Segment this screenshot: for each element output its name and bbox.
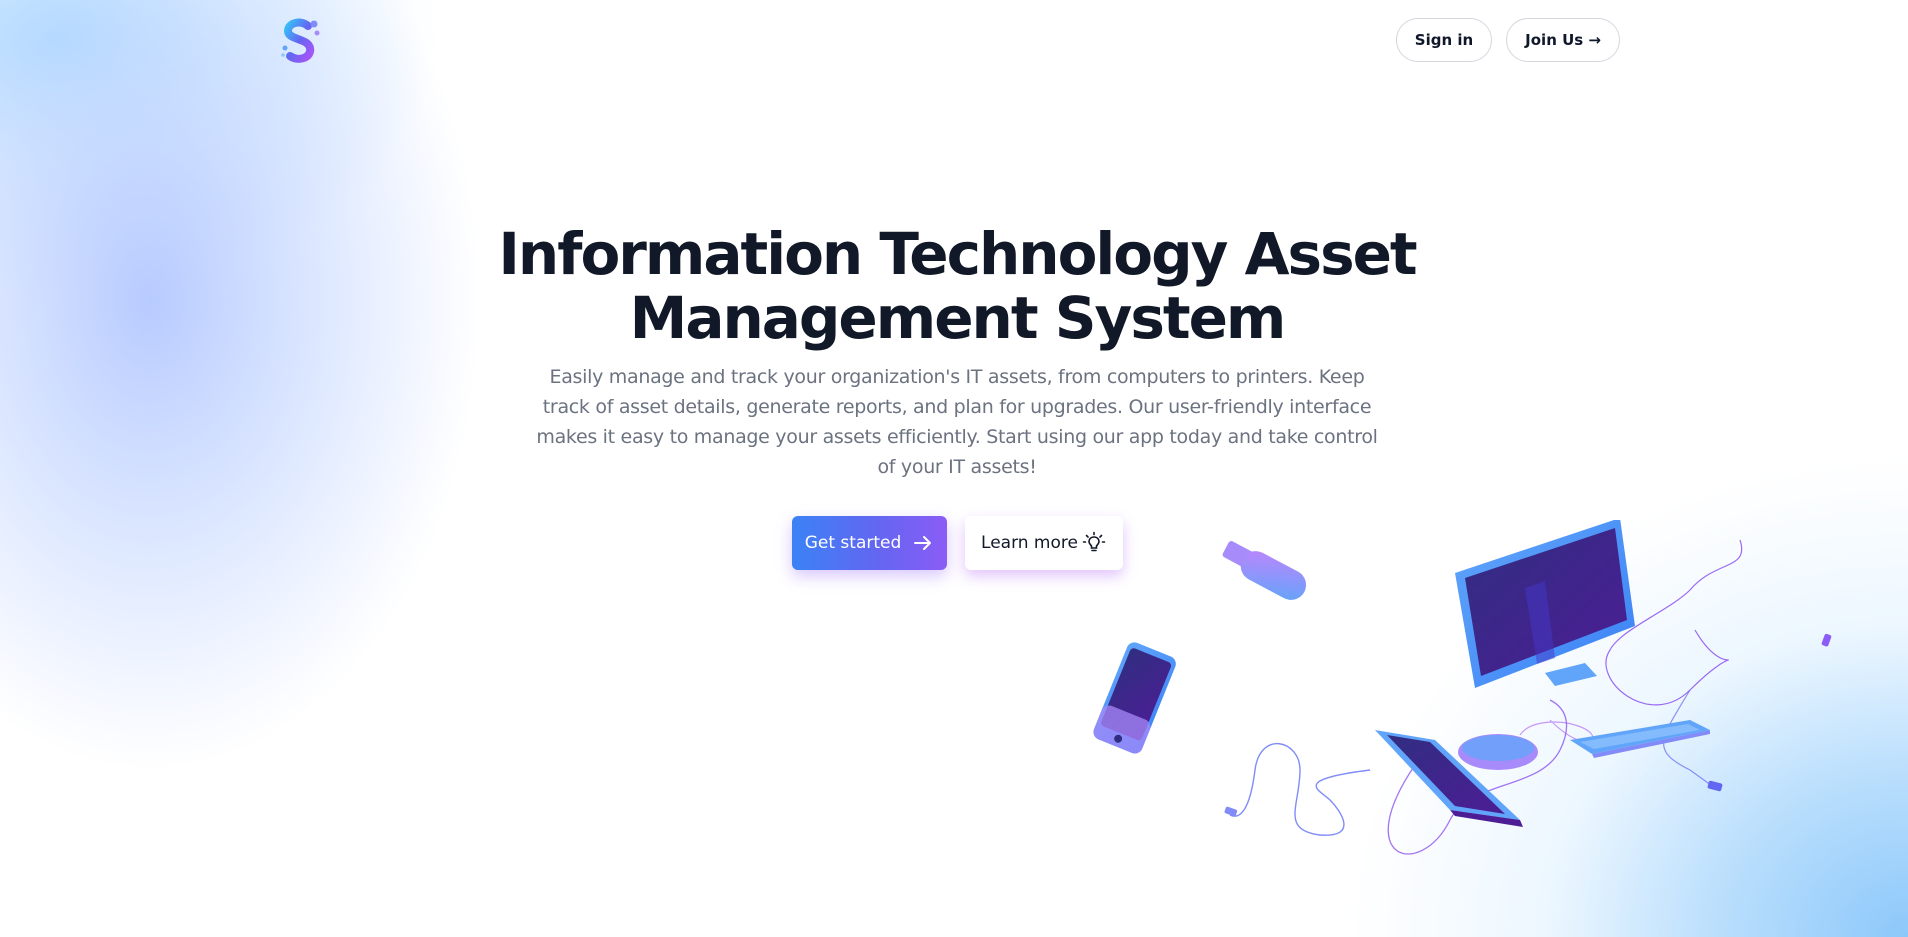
title-line-2: Management System xyxy=(629,284,1287,352)
learn-more-label: Learn more xyxy=(981,533,1078,553)
cable-icon xyxy=(1229,742,1371,836)
landing-page: Sign in Join Us → Information Technology… xyxy=(0,0,1908,937)
monitor-icon xyxy=(1455,518,1635,688)
hero-section: Information Technology Asset Management … xyxy=(0,222,1908,570)
get-started-button[interactable]: Get started xyxy=(791,516,947,570)
sign-in-label: Sign in xyxy=(1414,31,1474,49)
join-us-label: Join Us → xyxy=(1525,31,1601,49)
smartphone-icon xyxy=(1093,642,1176,754)
usb-drive-icon xyxy=(1222,541,1307,600)
title-line-1: Information Technology Asset xyxy=(498,220,1417,288)
keyboard-icon xyxy=(1570,720,1710,758)
mouse-icon xyxy=(1458,734,1538,770)
logo-icon[interactable] xyxy=(280,18,322,66)
it-devices-illustration xyxy=(1090,518,1850,900)
sign-in-button[interactable]: Sign in xyxy=(1395,18,1493,62)
get-started-label: Get started xyxy=(804,533,902,553)
arrow-right-icon xyxy=(913,533,933,553)
page-title: Information Technology Asset Management … xyxy=(407,222,1507,350)
join-us-button[interactable]: Join Us → xyxy=(1506,18,1620,62)
hero-description: Easily manage and track your organizatio… xyxy=(536,366,1378,478)
header-nav: Sign in Join Us → xyxy=(1395,18,1620,62)
